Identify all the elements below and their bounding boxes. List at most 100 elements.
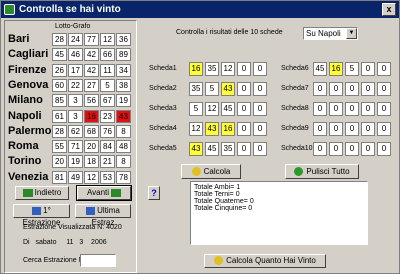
prev-label: Indietro xyxy=(34,188,62,197)
scheda-number-input[interactable]: 0 xyxy=(313,82,327,96)
scheda-row: Scheda5 43 45 35 0 0 xyxy=(149,142,273,157)
scheda-number-input[interactable]: 43 xyxy=(221,82,235,96)
first-extraction-button[interactable]: 1° Estrazione xyxy=(13,204,70,227)
scheda-number-input[interactable]: 0 xyxy=(313,102,327,116)
scheda-number-input[interactable]: 0 xyxy=(377,82,391,96)
scheda-number-input[interactable]: 35 xyxy=(189,82,203,96)
ruota-name: Torino xyxy=(8,155,42,168)
ruota-select[interactable]: Su Napoli ▼ xyxy=(303,27,358,40)
scheda-number-input[interactable]: 0 xyxy=(253,82,267,96)
lotto-number: 48 xyxy=(116,140,131,154)
scheda-number-input[interactable]: 0 xyxy=(329,82,343,96)
scheda-number-input[interactable]: 0 xyxy=(253,62,267,76)
scheda-number-input[interactable]: 0 xyxy=(313,122,327,136)
scheda-number-input[interactable]: 16 xyxy=(329,62,343,76)
scheda-row: Scheda1 16 35 12 0 0 xyxy=(149,62,273,77)
scheda-number-input[interactable]: 0 xyxy=(329,142,343,156)
scheda-number-input[interactable]: 0 xyxy=(237,102,251,116)
scheda-number-input[interactable]: 16 xyxy=(221,122,235,136)
lotto-number: 56 xyxy=(84,94,99,108)
result-line: Totale Quaterne= 0 xyxy=(194,198,254,205)
scheda-number-input[interactable]: 12 xyxy=(189,122,203,136)
lotto-number: 22 xyxy=(68,78,83,92)
scheda-number-input[interactable]: 16 xyxy=(189,62,203,76)
scheda-number-input[interactable]: 0 xyxy=(361,142,375,156)
scheda-number-input[interactable]: 0 xyxy=(377,62,391,76)
lotto-number: 76 xyxy=(100,124,115,138)
calendar-icon xyxy=(32,206,42,215)
scheda-number-input[interactable]: 35 xyxy=(221,142,235,156)
arrow-left-icon xyxy=(22,188,33,197)
scheda-number-input[interactable]: 0 xyxy=(345,122,359,136)
scheda-number-input[interactable]: 5 xyxy=(189,102,203,116)
pulisci-label: Pulisci Tutto xyxy=(306,167,350,176)
lotto-number: 28 xyxy=(52,33,67,46)
lotto-number: 8 xyxy=(116,124,131,138)
search-label: Cerca Estrazione N: xyxy=(23,257,86,264)
scheda-number-input[interactable]: 45 xyxy=(221,102,235,116)
scheda-row: Scheda2 35 5 43 0 0 xyxy=(149,82,273,97)
ruota-name: Bari xyxy=(8,33,30,45)
scheda-number-input[interactable]: 43 xyxy=(205,122,219,136)
search-extraction-input[interactable] xyxy=(80,254,116,267)
calcola-vinto-button[interactable]: Calcola Quanto Hai Vinto xyxy=(204,254,326,268)
lotto-number: 42 xyxy=(84,48,99,62)
scheda-number-input[interactable]: 5 xyxy=(205,82,219,96)
prev-button[interactable]: Indietro xyxy=(15,186,69,200)
estrazione-date: Di sabato 11 3 2006 xyxy=(23,239,107,246)
chevron-down-icon[interactable]: ▼ xyxy=(346,28,357,39)
scheda-number-input[interactable]: 12 xyxy=(221,62,235,76)
lotto-number: 28 xyxy=(52,124,67,138)
scheda-number-input[interactable]: 0 xyxy=(361,62,375,76)
scheda-number-input[interactable]: 0 xyxy=(345,142,359,156)
scheda-label: Scheda3 xyxy=(149,105,177,112)
scheda-number-input[interactable]: 0 xyxy=(253,102,267,116)
title-bar[interactable]: Controlla se hai vinto x xyxy=(1,1,399,18)
scheda-number-input[interactable]: 0 xyxy=(361,102,375,116)
scheda-number-input[interactable]: 0 xyxy=(253,122,267,136)
scheda-number-input[interactable]: 0 xyxy=(329,122,343,136)
scheda-number-input[interactable]: 0 xyxy=(237,82,251,96)
scheda-number-input[interactable]: 0 xyxy=(329,102,343,116)
lotto-number: 62 xyxy=(68,124,83,138)
pulisci-button[interactable]: Pulisci Tutto xyxy=(285,164,359,179)
ruota-select-value: Su Napoli xyxy=(306,29,341,38)
scheda-number-input[interactable]: 0 xyxy=(237,142,251,156)
last-extraction-button[interactable]: Ultima Estraz xyxy=(75,204,131,227)
next-button[interactable]: Avanti xyxy=(76,185,132,201)
scheda-number-input[interactable]: 0 xyxy=(237,62,251,76)
help-button[interactable]: ? xyxy=(148,186,160,200)
scheda-number-input[interactable]: 0 xyxy=(237,122,251,136)
scheda-label: Scheda9 xyxy=(281,125,309,132)
scheda-number-input[interactable]: 0 xyxy=(361,122,375,136)
scheda-number-input[interactable]: 12 xyxy=(205,102,219,116)
scheda-number-input[interactable]: 0 xyxy=(253,142,267,156)
scheda-number-input[interactable]: 35 xyxy=(205,62,219,76)
lotto-number: 36 xyxy=(116,33,131,46)
scheda-number-input[interactable]: 5 xyxy=(345,62,359,76)
ruota-name: Palermo xyxy=(8,124,52,137)
calcola-button[interactable]: Calcola xyxy=(181,164,241,179)
scheda-number-input[interactable]: 0 xyxy=(313,142,327,156)
results-textarea[interactable]: Totale Ambi= 1 Totale Terni= 0 Totale Quat… xyxy=(190,181,368,245)
scheda-number-input[interactable]: 0 xyxy=(377,102,391,116)
scheda-number-input[interactable]: 0 xyxy=(361,82,375,96)
lotto-number: 45 xyxy=(52,48,67,62)
lotto-number: 18 xyxy=(84,155,99,169)
close-button[interactable]: x xyxy=(382,3,396,16)
lotto-number: 20 xyxy=(84,140,99,154)
scheda-number-input[interactable]: 45 xyxy=(313,62,327,76)
result-line: Totale Terni= 0 xyxy=(194,191,240,198)
lotto-number: 67 xyxy=(100,94,115,108)
scheda-row: Scheda8 0 0 0 0 0 xyxy=(281,102,400,117)
scheda-number-input[interactable]: 0 xyxy=(345,82,359,96)
lotto-number: 8 xyxy=(116,155,131,169)
window-title: Controlla se hai vinto xyxy=(19,4,121,15)
coin-icon xyxy=(214,256,224,266)
scheda-number-input[interactable]: 0 xyxy=(345,102,359,116)
scheda-number-input[interactable]: 45 xyxy=(205,142,219,156)
scheda-number-input[interactable]: 0 xyxy=(377,142,391,156)
scheda-number-input[interactable]: 0 xyxy=(377,122,391,136)
scheda-number-input[interactable]: 43 xyxy=(189,142,203,156)
estrazione-label: Estrazione Visualizzata N: 4020 xyxy=(23,224,122,231)
